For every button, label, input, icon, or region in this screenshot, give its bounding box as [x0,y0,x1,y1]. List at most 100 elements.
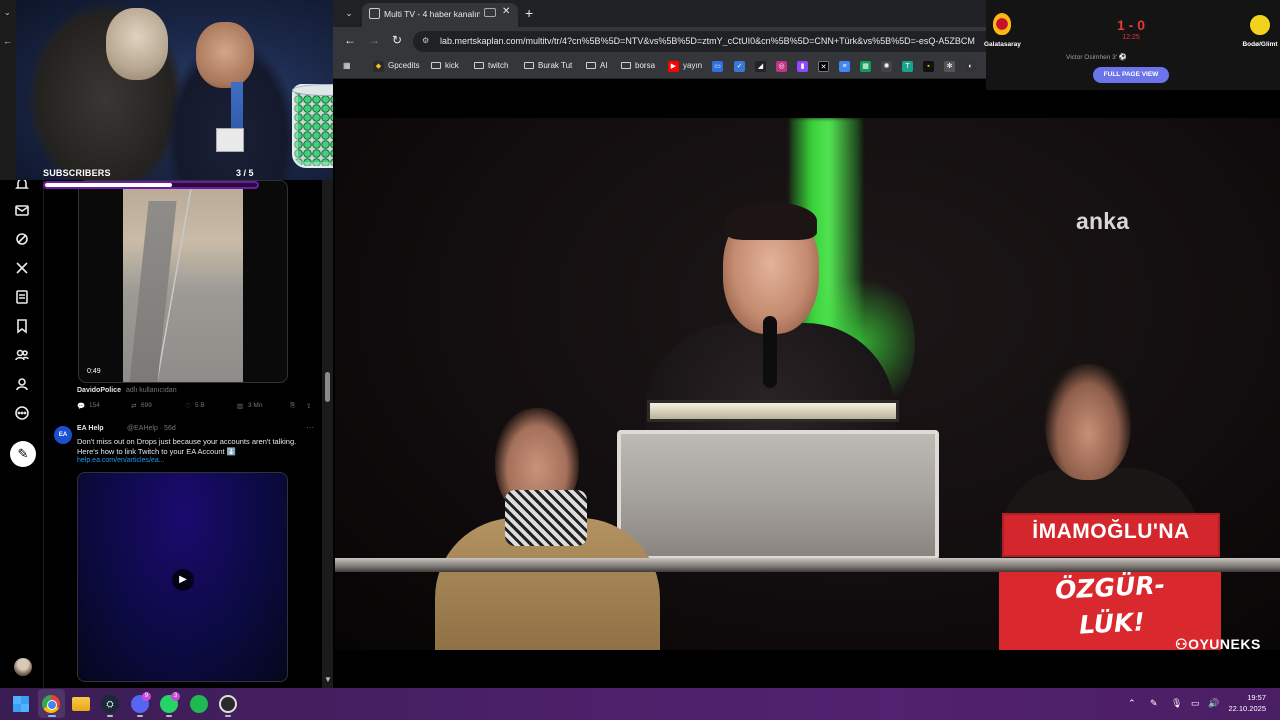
clock-time[interactable]: 19:57 [1236,693,1266,702]
windows-start-icon[interactable] [13,696,29,712]
lists-icon[interactable] [12,289,32,309]
chrome-taskbar-icon[interactable] [42,695,60,713]
microphone-icon[interactable]: 🎙 [1171,698,1182,709]
file-explorer-icon[interactable] [72,697,90,711]
account-avatar[interactable] [14,658,32,676]
x-icon[interactable]: ✕ [818,61,829,72]
back-arrow-icon[interactable]: ← [3,36,12,46]
folder-icon [621,62,631,69]
tradingview-icon[interactable]: T [902,61,913,72]
subscribers-progress-fill [45,183,173,187]
protest-sign-top-text: İMAMOĞLU'NA [1032,520,1190,543]
post-author[interactable]: EA Help [77,425,104,432]
post-handle[interactable]: @EAHelp · 56d [127,425,176,432]
running-indicator [107,715,113,717]
bookmark-label: yayın [683,61,703,70]
bookmark-icon-3[interactable]: ◢ [755,61,766,72]
spotify-icon[interactable] [190,695,208,713]
bookmark-kick[interactable]: kick [431,61,459,70]
tray-overflow-icon[interactable]: ⌃ [1128,698,1136,709]
bookmark-yayin[interactable]: ▶ yayın [668,61,702,72]
bookmark-borsa[interactable]: borsa [621,61,655,70]
tab-media-icon[interactable] [484,8,496,17]
grok-icon[interactable] [12,231,32,251]
pen-icon[interactable]: ✎ [1150,698,1158,709]
post-link[interactable]: help.ea.com/en/articles/ea... [77,457,165,464]
settings-gear-icon[interactable]: ✻ [944,61,955,72]
folder-icon [524,62,534,69]
twitch-icon[interactable]: ▮ [797,61,808,72]
sign-line-1: ÖZGÜR- [1054,570,1166,605]
view-count: 3 Mn [248,402,263,409]
network-icon[interactable]: ▭ [1191,698,1200,709]
steam-icon[interactable]: ⛭ [101,695,119,713]
post-video[interactable]: 0:49 [78,180,288,383]
post-more-icon[interactable]: ··· [306,423,314,432]
back-icon[interactable]: ← [344,33,356,47]
folder-icon [474,62,484,69]
bookmark-gpcedits[interactable]: ◆ Gpcedits [373,61,420,72]
tab-search-icon[interactable]: ⌄ [342,6,356,20]
oyuneks-watermark: ⚇OYUNEKS [1175,636,1261,650]
play-icon[interactable]: ▶ [172,569,194,591]
post-author[interactable]: DavidoPolice [77,387,121,394]
scrollbar-thumb[interactable] [325,372,330,402]
chevron-down-icon[interactable]: ⌄ [4,8,11,17]
new-tab-icon[interactable]: + [525,5,533,21]
repost-icon[interactable]: ⇄ [131,402,136,410]
id-badge [216,128,244,152]
more-icon[interactable] [12,405,32,425]
share-icon[interactable]: ⇪ [306,402,311,410]
balcony-railing [335,558,1280,572]
reload-icon[interactable]: ↻ [392,33,402,47]
whatsapp-badge: 3 [171,692,180,701]
tab-title[interactable]: Multi TV - 4 haber kanalını [384,9,480,19]
oyuneks-logo-icon: ⚇ [1175,636,1189,650]
google-docs-icon[interactable]: ≡ [839,61,850,72]
bookmark-icon-tcs[interactable]: ▪ [923,61,934,72]
communities-icon[interactable] [12,347,32,367]
forward-icon[interactable]: → [368,33,380,47]
bookmark-icon-2[interactable]: ✓ [734,61,745,72]
twitter-window: ✎ 0:49 DavidoPolice adlı kullanıcıdan 💬 … [0,0,333,688]
bookmark-burak-tut[interactable]: Burak Tut [524,61,572,70]
post-source: adlı kullanıcıdan [126,387,177,394]
x-premium-icon[interactable] [12,260,32,280]
post-button-feather-icon[interactable]: ✎ [10,441,36,467]
like-icon[interactable]: ♡ [185,402,191,410]
site-settings-icon[interactable]: ⚙ [422,36,432,46]
full-page-view-button[interactable]: FULL PAGE VIEW [1093,67,1169,83]
clock-date[interactable]: 22.10.2025 [1228,704,1266,713]
profile-icon[interactable] [12,376,32,396]
volume-icon[interactable]: 🔊 [1208,698,1219,709]
openai-icon[interactable]: ✺ [881,61,892,72]
tab-close-icon[interactable]: ✕ [502,6,510,17]
bookmark-ai[interactable]: AI [586,61,608,70]
bookmark-icon-1[interactable]: ▭ [712,61,723,72]
apps-grid-icon[interactable]: ▦ [343,61,351,70]
bookmark-icon[interactable]: ⎘ [290,402,295,410]
running-indicator [225,715,231,717]
messages-icon[interactable] [12,202,32,222]
bookmark-icon-last[interactable]: ◐ [965,61,976,72]
timeline-feed: 0:49 DavidoPolice adlı kullanıcıdan 💬 15… [44,180,322,688]
scroll-down-icon[interactable]: ▼ [324,676,332,684]
goal-scorer-name: Victor Osimhen 3' [1066,54,1117,61]
reply-icon[interactable]: 💬 [77,402,85,410]
obs-icon[interactable] [219,695,237,713]
person-head [106,8,168,80]
feed-scrollbar[interactable] [322,180,333,688]
instagram-icon[interactable]: ◎ [776,61,787,72]
bookmark-twitch[interactable]: twitch [474,61,508,70]
ea-avatar[interactable]: EA [54,426,72,444]
bookmarks-icon[interactable] [12,318,32,338]
google-sheets-icon[interactable]: ▦ [860,61,871,72]
views-icon[interactable]: ▥ [237,402,243,410]
running-indicator [137,715,143,717]
match-minute: 12:25 [1122,34,1140,41]
live-stream-player[interactable]: İMAMOĞLU'NA ÖZGÜR- LÜK! anka ⚇OYUNEKS [335,118,1280,650]
bookmark-label: twitch [488,61,509,70]
keffiyeh-scarf [505,490,587,546]
post-video[interactable]: ▶ [77,472,288,682]
url-text[interactable]: lab.mertskaplan.com/multitv/tr/4?cn%5B%5… [440,36,988,46]
